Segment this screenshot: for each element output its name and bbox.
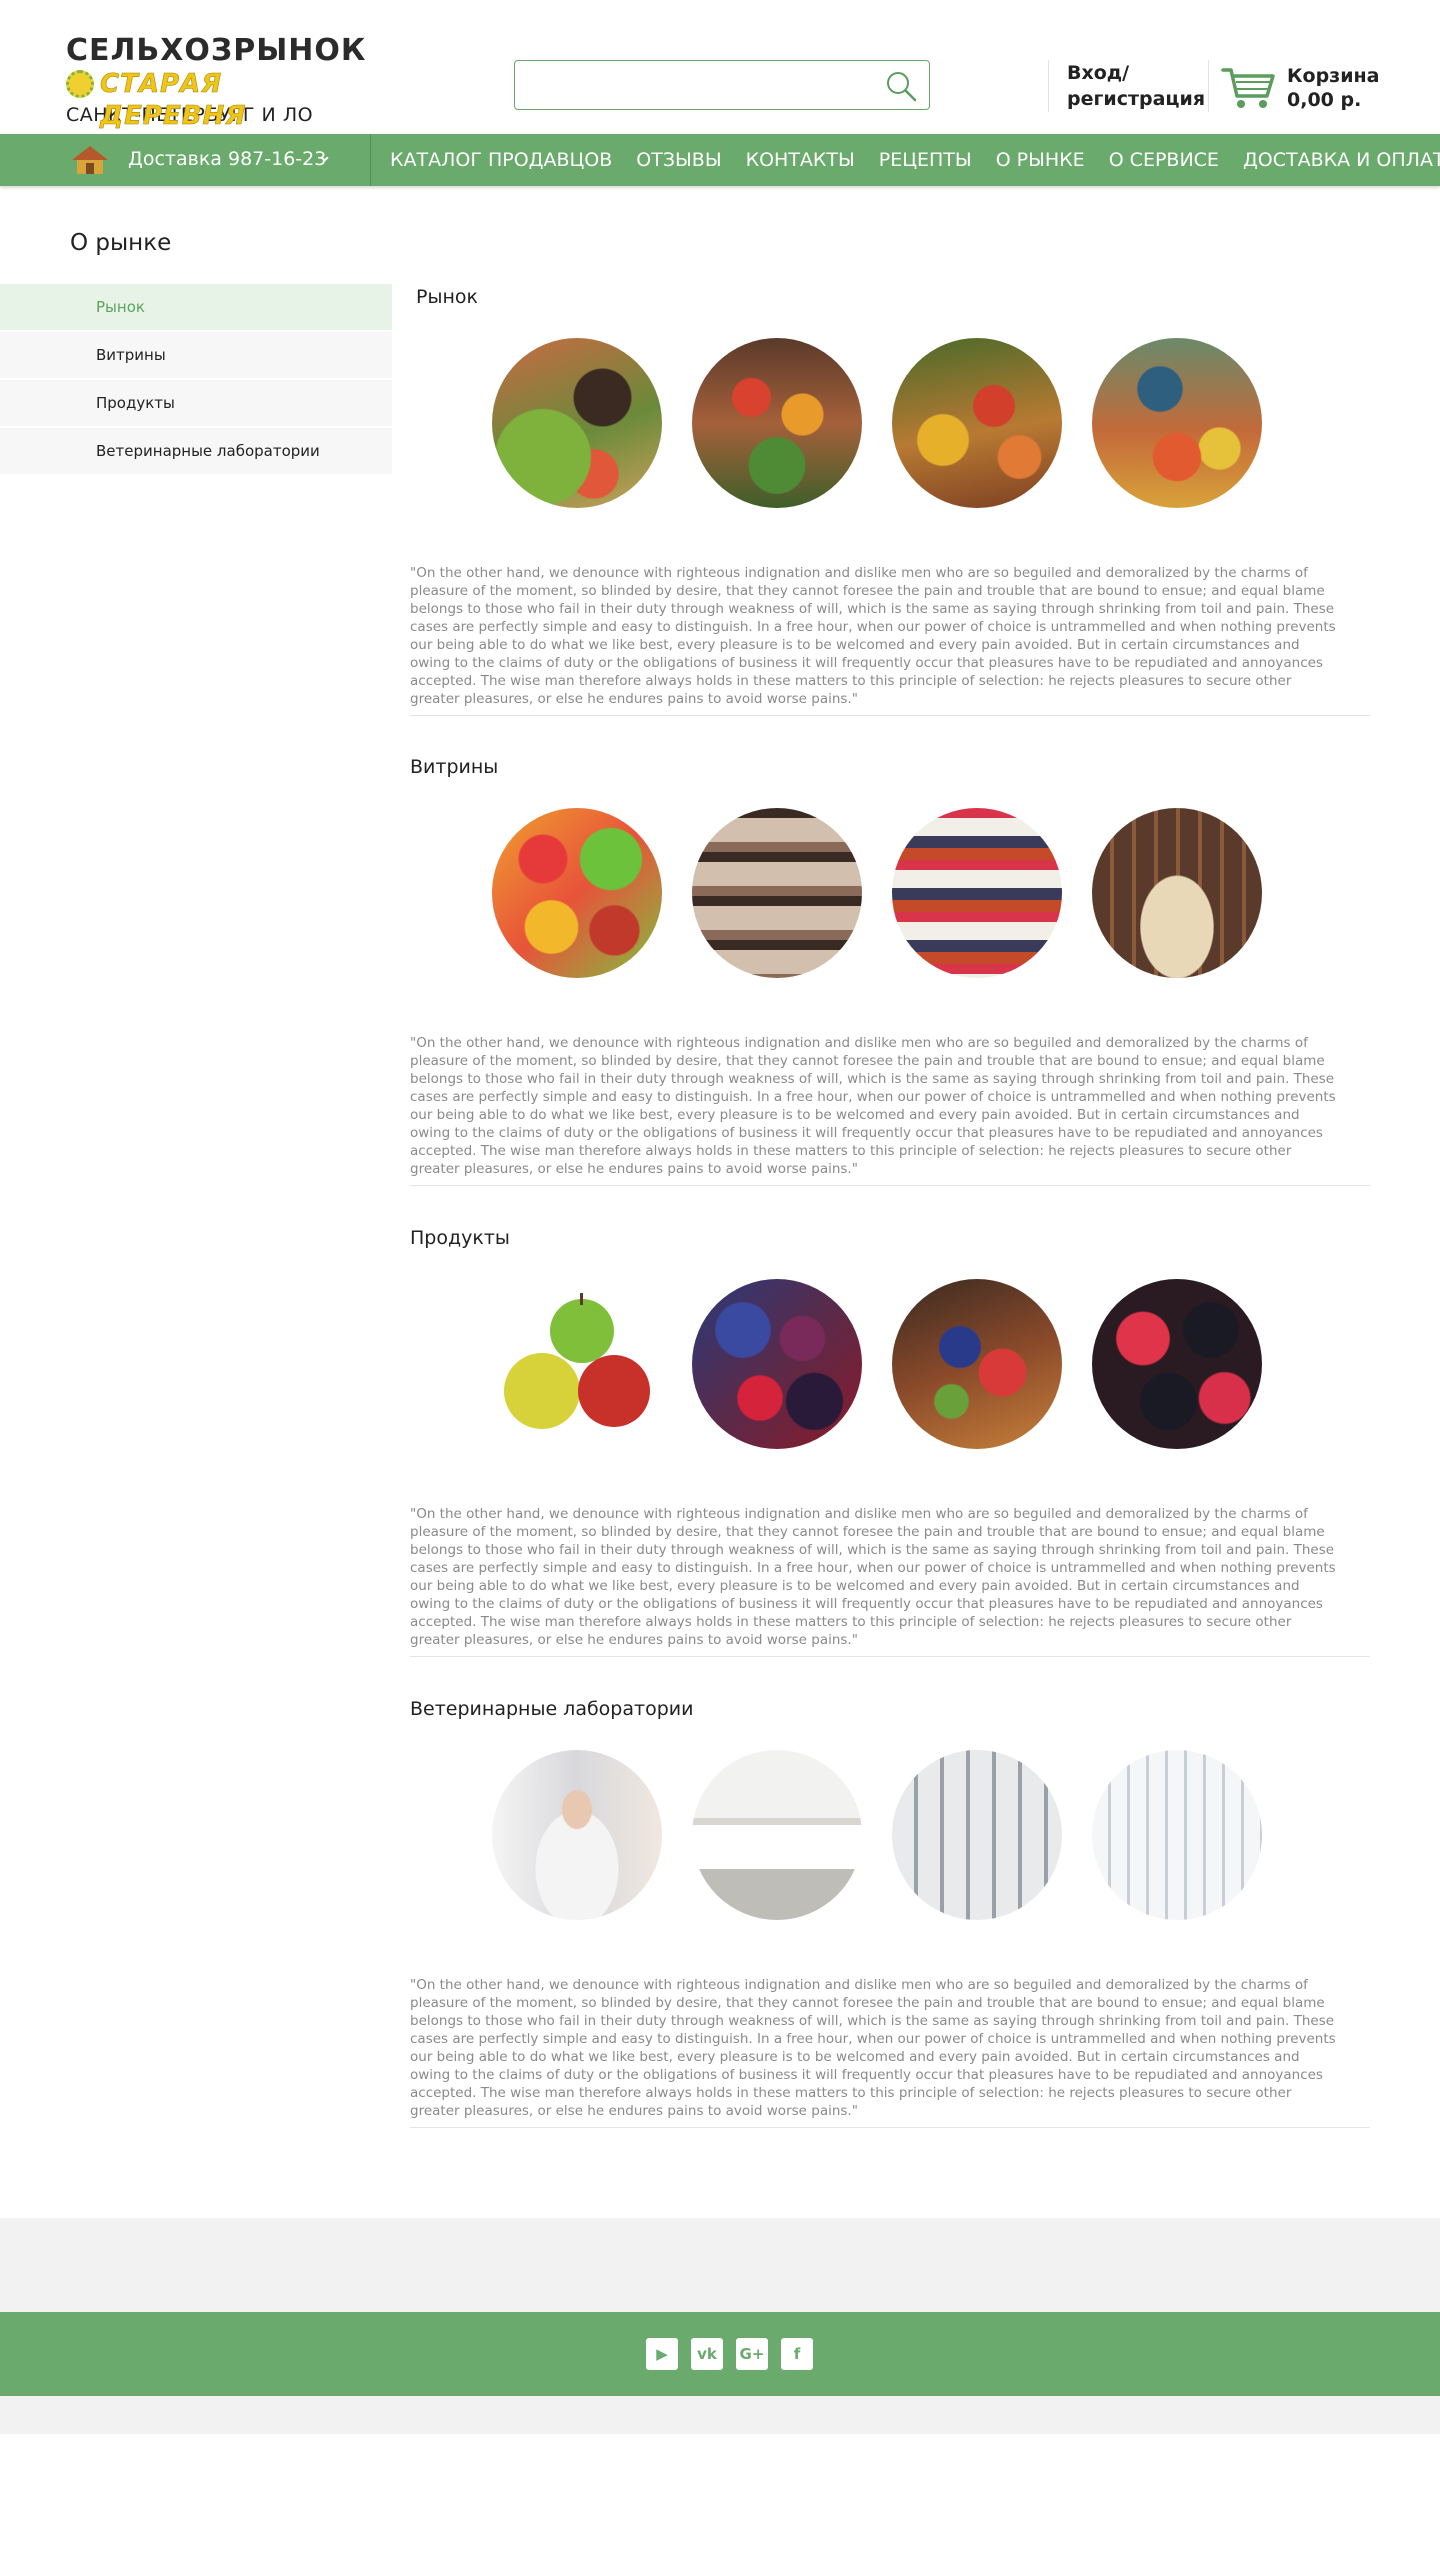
section-title: Продукты bbox=[410, 1227, 510, 1249]
main-nav: Доставка 987-16-23 ⌄ КАТАЛОГ ПРОДАВЦОВ О… bbox=[0, 134, 1440, 186]
sidebar-item-products[interactable]: Продукты bbox=[0, 380, 392, 426]
market-crowd-photo bbox=[1092, 338, 1262, 508]
cart-label: Корзина bbox=[1287, 65, 1380, 87]
google-plus-icon[interactable]: G+ bbox=[736, 2338, 768, 2370]
grocery-shelves-photo bbox=[892, 808, 1062, 978]
section-divider bbox=[410, 1185, 1370, 1186]
market-produce-photo bbox=[692, 338, 862, 508]
lab-worker-photo bbox=[492, 1750, 662, 1920]
nav-link-about-market[interactable]: О РЫНКЕ bbox=[996, 149, 1085, 171]
lab-glassware-photo bbox=[1092, 1750, 1262, 1920]
image-row bbox=[492, 338, 1292, 510]
lab-equipment-photo bbox=[892, 1750, 1062, 1920]
site-header: СЕЛЬХОЗРЫНОК СТАРАЯ ДЕРЕВНЯ САНКТ-ПЕТЕРБ… bbox=[0, 0, 1440, 134]
page-title: О рынке bbox=[70, 230, 172, 256]
nav-link-recipes[interactable]: РЕЦЕПТЫ bbox=[879, 149, 972, 171]
section-divider bbox=[410, 1656, 1370, 1657]
chevron-down-icon[interactable]: ⌄ bbox=[318, 146, 331, 166]
apples-graphic bbox=[504, 1293, 650, 1429]
vk-icon[interactable]: vk bbox=[691, 2338, 723, 2370]
search-button[interactable] bbox=[883, 69, 919, 103]
apples-photo bbox=[492, 1279, 662, 1449]
nav-divider bbox=[370, 134, 371, 186]
section-text: "On the other hand, we denounce with rig… bbox=[410, 1506, 1336, 1648]
sidebar-item-showcases[interactable]: Витрины bbox=[0, 332, 392, 378]
shop-window-photo bbox=[1092, 808, 1262, 978]
image-row bbox=[492, 1750, 1292, 1922]
section-text: "On the other hand, we denounce with rig… bbox=[410, 1035, 1336, 1177]
bakery-shelves-photo bbox=[692, 808, 862, 978]
home-icon[interactable] bbox=[70, 144, 110, 176]
raspberries-photo bbox=[1092, 1279, 1262, 1449]
sun-icon bbox=[66, 70, 94, 98]
cart-icon bbox=[1221, 68, 1275, 108]
section-divider bbox=[410, 715, 1370, 716]
section-title: Рынок bbox=[416, 286, 478, 308]
login-link[interactable]: Вход/ регистрация bbox=[1048, 60, 1205, 112]
section-market: Рынок "On the other hand, we denounce wi… bbox=[410, 286, 1370, 716]
cart-amount: 0,00 р. bbox=[1287, 89, 1362, 111]
facebook-icon[interactable]: f bbox=[781, 2338, 813, 2370]
nav-link-about-service[interactable]: О СЕРВИСЕ bbox=[1109, 149, 1219, 171]
nav-link-catalog[interactable]: КАТАЛОГ ПРОДАВЦОВ bbox=[390, 149, 612, 171]
image-row bbox=[492, 1279, 1292, 1451]
lab-room-photo bbox=[692, 1750, 862, 1920]
logo-subtitle-row: СТАРАЯ ДЕРЕВНЯ bbox=[66, 68, 366, 131]
section-title: Ветеринарные лаборатории bbox=[410, 1698, 694, 1720]
footer-bottom-band bbox=[0, 2396, 1440, 2434]
cart-link[interactable]: Корзина 0,00 р. bbox=[1208, 60, 1408, 112]
delivery-phone[interactable]: Доставка 987-16-23 bbox=[128, 148, 326, 170]
section-products: Продукты "On the other hand, we denounce… bbox=[410, 1227, 1370, 1657]
sidebar-item-vet-labs[interactable]: Ветеринарные лаборатории bbox=[0, 428, 392, 474]
search-box bbox=[514, 60, 930, 110]
section-showcases: Витрины "On the other hand, we denounce … bbox=[410, 756, 1370, 1186]
section-vet-labs: Ветеринарные лаборатории "On the other h… bbox=[410, 1698, 1370, 2128]
nav-link-contacts[interactable]: КОНТАКТЫ bbox=[746, 149, 855, 171]
nav-link-delivery[interactable]: ДОСТАВКА И ОПЛАТА bbox=[1243, 149, 1440, 171]
logo-subtitle: СТАРАЯ ДЕРЕВНЯ bbox=[100, 69, 247, 132]
search-input[interactable] bbox=[525, 69, 865, 101]
berries-mix-photo bbox=[692, 1279, 862, 1449]
site-logo[interactable]: СЕЛЬХОЗРЫНОК СТАРАЯ ДЕРЕВНЯ САНКТ-ПЕТЕРБ… bbox=[66, 33, 367, 131]
berry-tart-photo bbox=[892, 1279, 1062, 1449]
sidebar-item-market[interactable]: Рынок bbox=[0, 284, 392, 330]
login-label-line2: регистрация bbox=[1067, 88, 1206, 110]
cart-summary: Корзина 0,00 р. bbox=[1287, 64, 1380, 112]
nav-link-reviews[interactable]: ОТЗЫВЫ bbox=[636, 149, 721, 171]
footer-social-bar: ▶ vk G+ f bbox=[0, 2312, 1440, 2396]
market-greens-photo bbox=[492, 338, 662, 508]
logo-title: СЕЛЬХОЗРЫНОК bbox=[66, 33, 367, 68]
sidebar: Рынок Витрины Продукты Ветеринарные лабо… bbox=[0, 284, 392, 476]
login-label-line1: Вход/ bbox=[1067, 62, 1130, 84]
section-text: "On the other hand, we denounce with rig… bbox=[410, 1977, 1336, 2119]
section-text: "On the other hand, we denounce with rig… bbox=[410, 565, 1336, 707]
search-icon bbox=[887, 72, 917, 102]
candy-display-photo bbox=[492, 808, 662, 978]
section-title: Витрины bbox=[410, 756, 499, 778]
nav-links: КАТАЛОГ ПРОДАВЦОВ ОТЗЫВЫ КОНТАКТЫ РЕЦЕПТ… bbox=[390, 134, 1440, 186]
image-row bbox=[492, 808, 1292, 980]
market-fruit-stall-photo bbox=[892, 338, 1062, 508]
youtube-icon[interactable]: ▶ bbox=[646, 2338, 678, 2370]
section-divider bbox=[410, 2127, 1370, 2128]
footer-top-band bbox=[0, 2218, 1440, 2312]
